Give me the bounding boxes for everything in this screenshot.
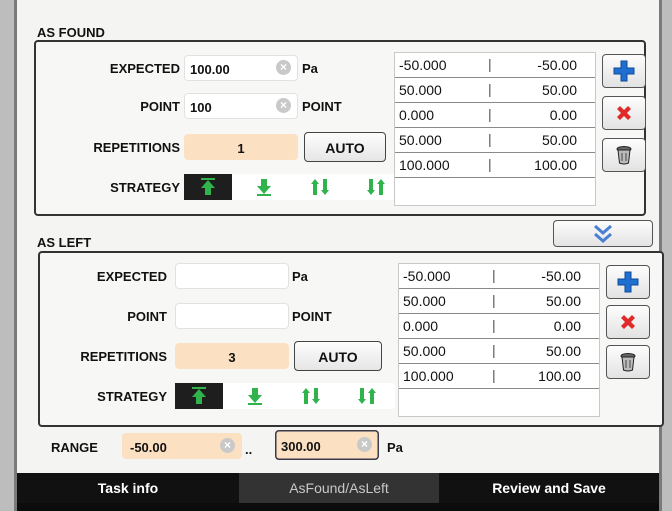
as-left-point-field[interactable] [175,303,289,329]
as-found-repetitions-value: 1 [237,141,245,156]
table-row[interactable]: 50.000 | 50.00 [395,78,595,103]
as-left-add-button[interactable] [606,265,650,299]
collapse-toggle-button[interactable] [553,220,653,247]
as-left-expected-field[interactable] [175,263,289,289]
as-found-point-field[interactable]: 100 × [184,93,298,119]
as-left-strategy-selector [175,383,395,409]
tab-asfound-asleft[interactable]: AsFound/AsLeft [239,473,439,503]
bottom-tab-bar: Task info AsFound/AsLeft Review and Save [17,473,659,503]
arrows-up-down-icon [311,179,329,195]
range-max-field[interactable]: 300.00 × [275,430,379,460]
as-found-delete-button[interactable] [602,96,646,130]
as-left-title: AS LEFT [37,235,92,250]
plus-icon [613,60,635,82]
arrows-down-up-icon [358,388,376,404]
as-found-expected-unit: Pa [302,61,318,76]
table-row[interactable]: 50.000 | 50.00 [395,128,595,153]
as-found-point-unit: POINT [302,99,342,114]
range-min-field[interactable]: -50.00 × [122,433,242,459]
strategy-up-down-button[interactable] [296,174,344,200]
table-row[interactable]: 50.000 | 50.00 [399,289,599,314]
x-icon [617,106,631,120]
as-found-expected-field[interactable]: 100.00 × [184,55,298,81]
double-chevron-down-icon [594,224,612,243]
arrow-up-icon [201,178,215,195]
table-row[interactable]: -50.000 | -50.00 [395,53,595,78]
arrows-up-down-icon [302,388,320,404]
as-found-title: AS FOUND [37,25,105,40]
trash-icon [620,353,636,372]
range-unit: Pa [387,440,403,455]
strategy-up-button[interactable] [175,383,223,409]
as-found-repetitions-label: REPETITIONS [93,140,180,155]
plus-icon [617,271,639,293]
strategy-down-up-button[interactable] [343,383,391,409]
clear-icon[interactable]: × [220,438,235,453]
bottom-bar [17,503,659,511]
as-found-expected-label: EXPECTED [109,61,180,76]
as-found-panel: EXPECTED 100.00 × Pa POINT 100 × POINT R… [34,40,646,216]
range-separator: .. [245,442,253,457]
table-row[interactable]: 0.000 | 0.00 [399,314,599,339]
strategy-up-down-button[interactable] [287,383,335,409]
strategy-down-button[interactable] [240,174,288,200]
arrow-down-icon [248,388,262,405]
range-max-value: 300.00 [281,439,321,454]
clear-icon[interactable]: × [276,60,291,75]
x-icon [621,315,635,329]
arrows-down-up-icon [367,179,385,195]
as-found-auto-button[interactable]: AUTO [304,132,386,162]
strategy-down-button[interactable] [231,383,279,409]
table-row[interactable]: 100.000 | 100.00 [395,153,595,178]
trash-icon [616,146,632,165]
main-frame: AS FOUND EXPECTED 100.00 × Pa POINT 100 … [14,0,664,511]
arrow-up-icon [192,387,206,404]
as-left-panel: EXPECTED Pa POINT POINT REPETITIONS 3 AU… [38,251,664,427]
tab-review-and-save[interactable]: Review and Save [439,473,659,503]
as-found-point-value: 100 [190,100,212,115]
as-left-expected-label: EXPECTED [96,269,167,284]
table-row[interactable]: 50.000 | 50.00 [399,339,599,364]
clear-icon[interactable]: × [357,437,372,452]
as-left-repetitions-field[interactable]: 3 [175,343,289,369]
range-label: RANGE [51,440,98,455]
as-left-expected-unit: Pa [292,269,308,284]
as-found-strategy-selector [184,174,404,200]
strategy-down-up-button[interactable] [352,174,400,200]
as-left-points-table: -50.000 | -50.00 50.000 | 50.00 0.000 | 0.00 5… [398,263,600,417]
table-row[interactable]: -50.000 | -50.00 [399,264,599,289]
as-left-repetitions-value: 3 [228,350,236,365]
as-found-expected-value: 100.00 [190,62,230,77]
as-left-point-label: POINT [127,309,167,324]
as-left-delete-button[interactable] [606,305,650,339]
as-found-trash-button[interactable] [602,138,646,172]
as-left-repetitions-label: REPETITIONS [80,349,167,364]
tab-task-info[interactable]: Task info [17,473,239,503]
table-row[interactable]: 100.000 | 100.00 [399,364,599,389]
as-found-repetitions-field[interactable]: 1 [184,134,298,160]
arrow-down-icon [257,179,271,196]
as-left-trash-button[interactable] [606,345,650,379]
strategy-up-button[interactable] [184,174,232,200]
as-left-point-unit: POINT [292,309,332,324]
as-found-points-table: -50.000 | -50.00 50.000 | 50.00 0.000 | 0.00 5… [394,52,596,206]
range-min-value: -50.00 [130,440,167,455]
as-found-strategy-label: STRATEGY [110,180,180,195]
clear-icon[interactable]: × [276,98,291,113]
as-found-point-label: POINT [140,99,180,114]
table-row[interactable]: 0.000 | 0.00 [395,103,595,128]
as-found-add-button[interactable] [602,54,646,88]
as-left-auto-button[interactable]: AUTO [294,341,382,371]
as-left-strategy-label: STRATEGY [97,389,167,404]
